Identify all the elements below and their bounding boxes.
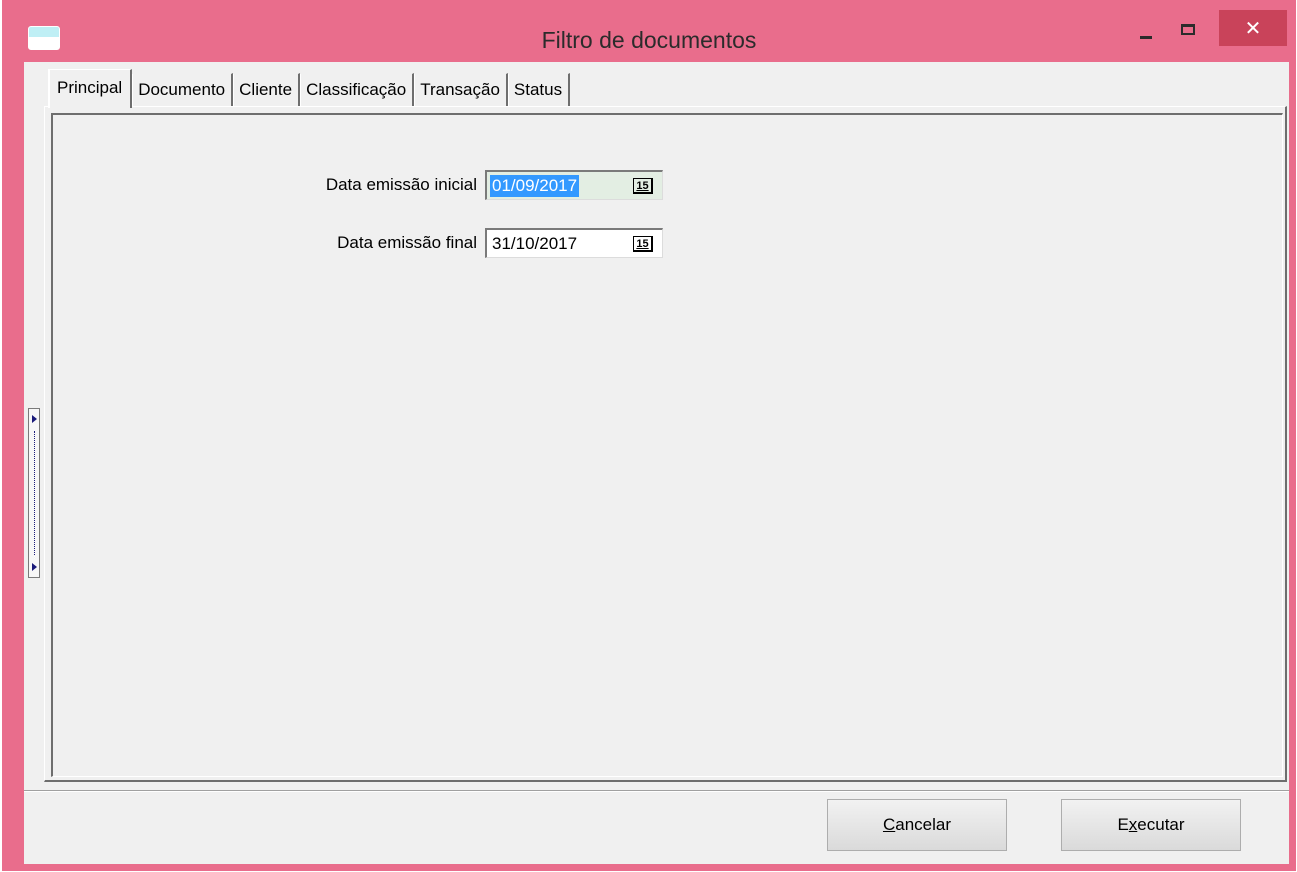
cancel-label: ancelar [895, 815, 952, 834]
tab-transacao[interactable]: Transação [414, 73, 508, 106]
side-splitter-handle[interactable] [28, 408, 40, 578]
end-date-value: 31/10/2017 [492, 234, 578, 253]
tab-strip: Principal Documento Cliente Classificaçã… [48, 69, 571, 108]
end-date-field[interactable]: 31/10/2017 15 [485, 228, 663, 258]
start-date-field[interactable]: 01/09/2017 15 [485, 170, 663, 200]
execute-button[interactable]: Ex ecutar [1061, 799, 1241, 851]
tab-principal[interactable]: Principal [48, 69, 133, 108]
end-date-row: Data emissão final 31/10/2017 15 [277, 228, 663, 258]
tab-panel-principal: Data emissão inicial 01/09/2017 15 Data … [44, 106, 1287, 782]
footer-divider [24, 790, 1289, 792]
dialog-client-area: Principal Documento Cliente Classificaçã… [24, 62, 1289, 864]
maximize-button[interactable] [1168, 14, 1208, 50]
execute-mnemonic: x [1128, 815, 1138, 834]
end-date-label: Data emissão final [337, 233, 477, 252]
window-title: Filtro de documentos [541, 27, 757, 53]
splitter-grip [34, 431, 35, 555]
start-date-label: Data emissão inicial [325, 175, 477, 194]
execute-label-end: ecutar [1137, 815, 1185, 834]
filter-window: Filtro de documentos ✕ Principal Documen… [2, 0, 1296, 871]
title-bar[interactable]: Filtro de documentos ✕ [2, 0, 1296, 62]
start-date-row: Data emissão inicial 01/09/2017 15 [277, 170, 663, 200]
tab-classificacao[interactable]: Classificação [300, 73, 415, 106]
end-date-calendar-button[interactable]: 15 [627, 233, 659, 255]
expand-arrow-icon [32, 415, 37, 423]
minimize-icon [1140, 35, 1152, 39]
calendar-icon: 15 [633, 236, 653, 252]
calendar-icon: 15 [633, 178, 653, 194]
close-icon: ✕ [1244, 17, 1262, 40]
panel-content: Data emissão inicial 01/09/2017 15 Data … [51, 113, 1283, 777]
expand-arrow-icon [32, 563, 37, 571]
tab-status[interactable]: Status [507, 73, 571, 106]
execute-label-start: E [1117, 815, 1129, 834]
close-button[interactable]: ✕ [1219, 10, 1287, 46]
start-date-value: 01/09/2017 [490, 175, 580, 197]
maximize-icon [1181, 23, 1195, 35]
start-date-calendar-button[interactable]: 15 [627, 175, 659, 197]
tab-cliente[interactable]: Cliente [233, 73, 301, 106]
tab-documento[interactable]: Documento [132, 73, 234, 106]
minimize-button[interactable] [1126, 14, 1166, 50]
cancel-button[interactable]: Cancelar [827, 799, 1007, 851]
cancel-mnemonic: C [882, 815, 896, 834]
